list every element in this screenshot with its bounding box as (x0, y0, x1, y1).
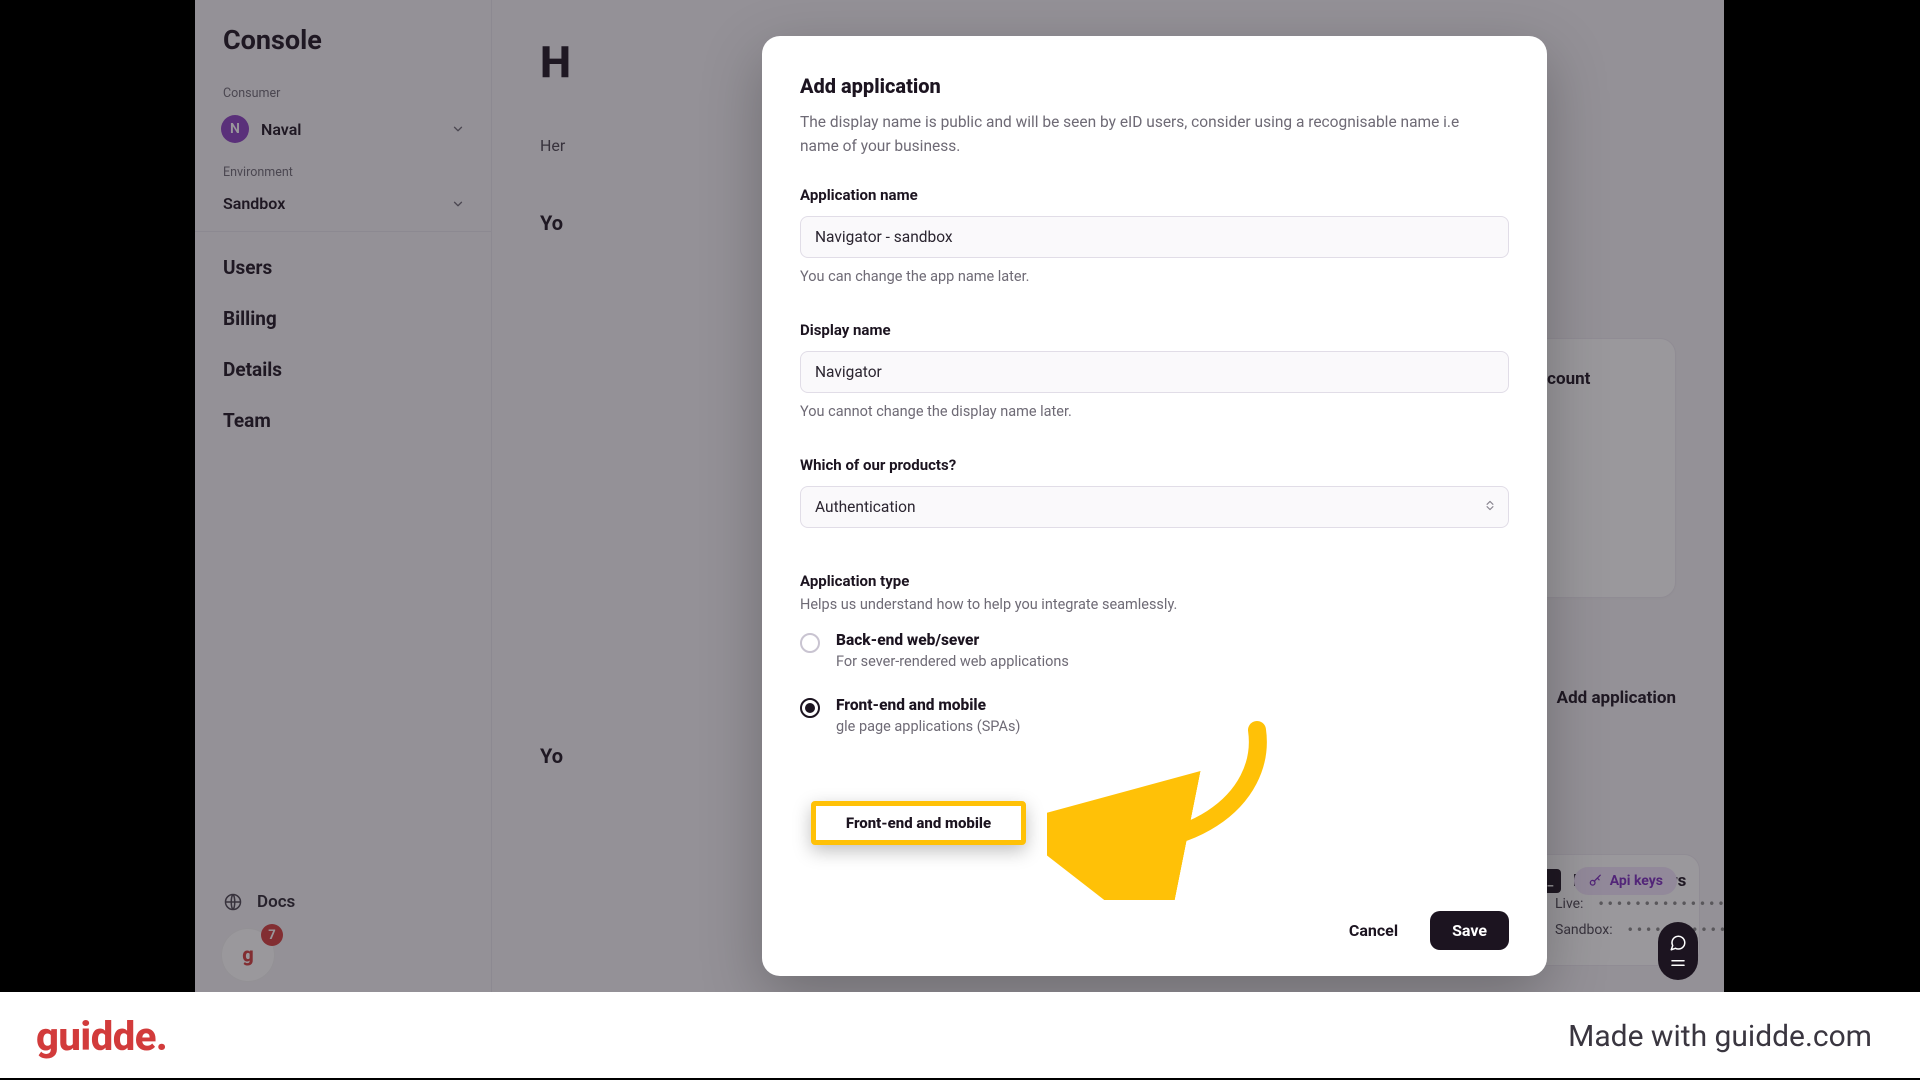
select-caret-icon (1483, 498, 1497, 517)
app-name-hint: You can change the app name later. (800, 268, 1509, 285)
chat-widget[interactable] (1658, 922, 1698, 980)
display-name-input[interactable] (800, 351, 1509, 393)
products-selected-value: Authentication (815, 498, 916, 516)
cancel-button[interactable]: Cancel (1335, 911, 1412, 950)
guidde-logo: guidde. (36, 1013, 167, 1060)
app-type-option-frontend-title: Front-end and mobile (836, 696, 1020, 714)
app-type-option-backend-sub: For sever-rendered web applications (836, 653, 1069, 670)
app-name-label: Application name (800, 186, 1509, 204)
app-type-hint: Helps us understand how to help you inte… (800, 596, 1509, 613)
display-name-label: Display name (800, 321, 1509, 339)
callout-highlight: Front-end and mobile (811, 801, 1026, 845)
modal-title: Add application (800, 74, 1509, 98)
app-name-input[interactable] (800, 216, 1509, 258)
app-type-option-frontend[interactable]: Front-end and mobile gle page applicatio… (800, 696, 1509, 735)
app-type-option-frontend-sub-partial: gle page applications (SPAs) (836, 718, 1020, 735)
products-select[interactable]: Authentication (800, 486, 1509, 528)
app-viewport: Console Consumer N Naval Environment San… (195, 0, 1724, 992)
app-type-option-backend[interactable]: Back-end web/sever For sever-rendered we… (800, 631, 1509, 670)
products-label: Which of our products? (800, 456, 1509, 474)
app-type-option-backend-title: Back-end web/sever (836, 631, 1069, 649)
save-button[interactable]: Save (1430, 911, 1509, 950)
guidde-banner: guidde. Made with guidde.com (0, 992, 1920, 1080)
guidde-tagline: Made with guidde.com (1568, 1019, 1872, 1054)
radio-icon (800, 633, 820, 653)
app-type-label: Application type (800, 572, 1509, 590)
radio-icon-checked (800, 698, 820, 718)
modal-description: The display name is public and will be s… (800, 110, 1480, 158)
display-name-hint: You cannot change the display name later… (800, 403, 1509, 420)
